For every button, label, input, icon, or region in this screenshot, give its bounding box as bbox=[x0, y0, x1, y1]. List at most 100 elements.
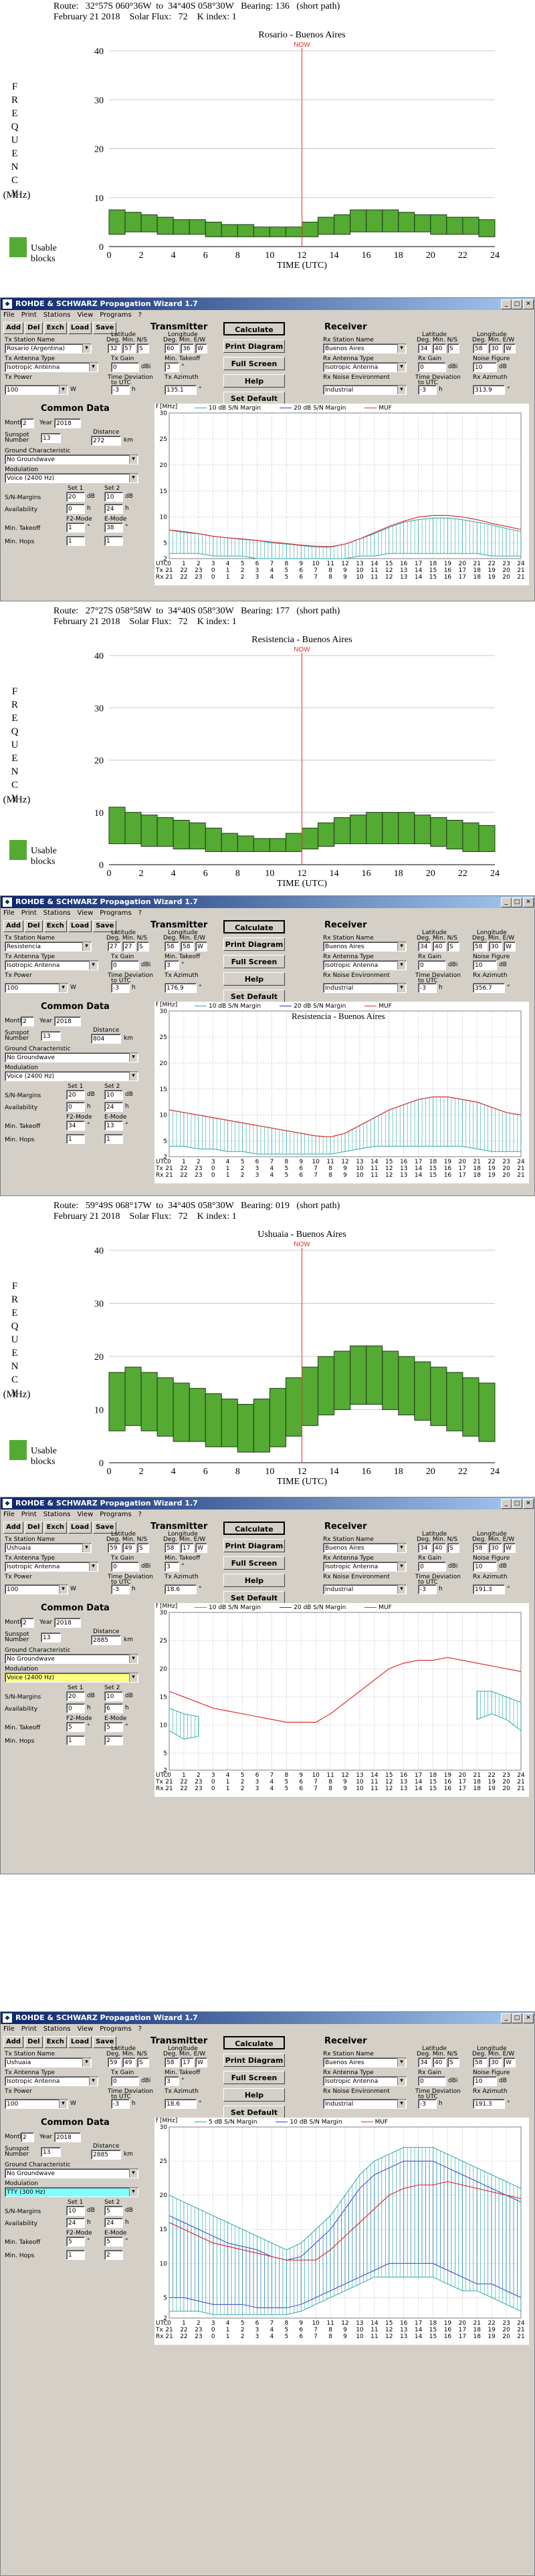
set-default-button[interactable]: Set Default bbox=[223, 1591, 285, 1604]
menu-item[interactable]: Stations bbox=[43, 311, 71, 319]
availability1-field[interactable]: 0 bbox=[66, 1102, 85, 1112]
toolbar-button-del[interactable]: Del bbox=[25, 322, 43, 334]
tx-lon-deg-field[interactable]: 58 bbox=[165, 2057, 179, 2067]
rx-lon-deg-field[interactable]: 58 bbox=[473, 343, 488, 353]
rx-lat-deg-field[interactable]: 34 bbox=[418, 942, 431, 952]
rx-lat-ns-field[interactable]: S bbox=[447, 942, 459, 952]
rx-gain-field[interactable]: 0 bbox=[418, 2076, 446, 2086]
rx-timedev-field[interactable]: -3 bbox=[418, 385, 437, 395]
toolbar-button-add[interactable]: Add bbox=[3, 1522, 24, 1534]
tx-lon-deg-field[interactable]: 58 bbox=[165, 942, 179, 952]
tx-gain-field[interactable]: 0 bbox=[111, 2076, 139, 2086]
close-icon[interactable]: ✕ bbox=[523, 299, 534, 309]
tx-takeoff-field[interactable]: 3 bbox=[165, 960, 179, 970]
tx-lat-ns-field[interactable]: S bbox=[137, 343, 149, 353]
tx-lat-ns-field[interactable]: S bbox=[137, 2057, 149, 2067]
rx-gain-field[interactable]: 0 bbox=[418, 1562, 446, 1572]
e-takeoff-field[interactable]: 5 bbox=[104, 1722, 123, 1732]
tx-lat-deg-field[interactable]: 59 bbox=[108, 2057, 121, 2067]
f2-hops-field[interactable]: 1 bbox=[66, 1134, 85, 1144]
distance-field[interactable]: 272 bbox=[91, 436, 121, 446]
rx-lon-deg-field[interactable]: 58 bbox=[473, 1543, 488, 1553]
full-screen-button[interactable]: Full Screen bbox=[223, 955, 285, 968]
availability2-field[interactable]: 24 bbox=[104, 1102, 123, 1112]
availability2-field[interactable]: 24 bbox=[104, 504, 123, 514]
tx-power-select[interactable]: 100 bbox=[5, 1584, 68, 1594]
menu-item[interactable]: Print bbox=[21, 909, 37, 917]
f2-takeoff-field[interactable]: 5 bbox=[66, 1722, 85, 1732]
minimize-icon[interactable]: _ bbox=[501, 897, 512, 907]
tx-lon-ew-field[interactable]: W bbox=[195, 343, 207, 353]
rx-lon-ew-field[interactable]: W bbox=[504, 2057, 516, 2067]
month-field[interactable]: 2 bbox=[21, 418, 34, 428]
sunspot-field[interactable]: 13 bbox=[41, 1031, 61, 1041]
tx-lat-deg-field[interactable]: 27 bbox=[108, 942, 121, 952]
tx-lat-min-field[interactable]: 49 bbox=[122, 2057, 136, 2067]
toolbar-button-add[interactable]: Add bbox=[3, 322, 24, 334]
rx-lon-ew-field[interactable]: W bbox=[504, 942, 516, 952]
minimize-icon[interactable]: _ bbox=[501, 1499, 512, 1509]
set-default-button[interactable]: Set Default bbox=[223, 2106, 285, 2119]
menu-item[interactable]: Programs bbox=[100, 2025, 131, 2033]
minimize-icon[interactable]: _ bbox=[501, 299, 512, 309]
toolbar-button-exch[interactable]: Exch bbox=[43, 1522, 67, 1534]
snr2-field[interactable]: 10 bbox=[104, 492, 123, 502]
set-default-button[interactable]: Set Default bbox=[223, 990, 285, 1003]
rx-noise-env-select[interactable]: Industrial bbox=[323, 2099, 407, 2109]
e-hops-field[interactable]: 2 bbox=[104, 2250, 123, 2260]
rx-azimuth-field[interactable]: 313.9 bbox=[473, 385, 505, 395]
rx-station-select[interactable]: Buenos Aires bbox=[323, 343, 407, 353]
tx-takeoff-field[interactable]: 3 bbox=[165, 362, 179, 372]
tx-lon-deg-field[interactable]: 60 bbox=[165, 343, 179, 353]
menu-item[interactable]: Stations bbox=[43, 2025, 71, 2033]
window-title-bar[interactable]: ROHDE & SCHWARZ Propagation Wizard 1.7 ◆ _… bbox=[1, 1497, 534, 1510]
calculate-button[interactable]: Calculate bbox=[223, 322, 285, 335]
modulation-select[interactable]: Voice (2400 Hz) bbox=[5, 1071, 138, 1081]
rx-lon-min-field[interactable]: 30 bbox=[489, 2057, 502, 2067]
rx-lat-min-field[interactable]: 40 bbox=[433, 942, 446, 952]
availability2-field[interactable]: 24 bbox=[104, 2218, 123, 2228]
calculate-button[interactable]: Calculate bbox=[223, 2036, 285, 2049]
menu-item[interactable]: Programs bbox=[100, 1511, 131, 1518]
distance-field[interactable]: 2885 bbox=[91, 1635, 121, 1645]
close-icon[interactable]: ✕ bbox=[523, 2013, 534, 2023]
year-field[interactable]: 2018 bbox=[54, 1618, 81, 1628]
window-title-bar[interactable]: ROHDE & SCHWARZ Propagation Wizard 1.7 ◆ _… bbox=[1, 298, 534, 310]
toolbar-button-del[interactable]: Del bbox=[25, 2036, 43, 2048]
modulation-select[interactable]: Voice (2400 Hz) bbox=[5, 1673, 138, 1683]
window-title-bar[interactable]: ROHDE & SCHWARZ Propagation Wizard 1.7 ◆ _… bbox=[1, 896, 534, 908]
calculate-button[interactable]: Calculate bbox=[223, 920, 285, 934]
modulation-select[interactable]: TTY (300 Hz) bbox=[5, 2187, 138, 2197]
rx-antenna-select[interactable]: Isotropic Antenna bbox=[323, 960, 407, 970]
rx-lon-min-field[interactable]: 30 bbox=[489, 1543, 502, 1553]
ground-select[interactable]: No Groundwave bbox=[5, 1052, 138, 1062]
close-icon[interactable]: ✕ bbox=[523, 897, 534, 907]
tx-lon-min-field[interactable]: 17 bbox=[181, 1543, 194, 1553]
toolbar-button-exch[interactable]: Exch bbox=[43, 322, 67, 334]
availability2-field[interactable]: 6 bbox=[104, 1703, 123, 1713]
help-button[interactable]: Help bbox=[223, 374, 285, 388]
tx-antenna-select[interactable]: Isotropic Antenna bbox=[5, 960, 98, 970]
tx-lat-min-field[interactable]: 27 bbox=[122, 942, 136, 952]
set-default-button[interactable]: Set Default bbox=[223, 392, 285, 405]
toolbar-button-exch[interactable]: Exch bbox=[43, 2036, 67, 2048]
menu-item[interactable]: View bbox=[78, 2025, 94, 2033]
rx-antenna-select[interactable]: Isotropic Antenna bbox=[323, 362, 407, 372]
rx-lon-deg-field[interactable]: 58 bbox=[473, 942, 488, 952]
tx-lon-deg-field[interactable]: 58 bbox=[165, 1543, 179, 1553]
menu-item[interactable]: File bbox=[3, 909, 15, 917]
menu-item[interactable]: View bbox=[78, 909, 94, 917]
rx-lat-ns-field[interactable]: S bbox=[447, 2057, 459, 2067]
month-field[interactable]: 2 bbox=[21, 1618, 34, 1628]
tx-antenna-select[interactable]: Isotropic Antenna bbox=[5, 2076, 98, 2086]
rx-noise-env-select[interactable]: Industrial bbox=[323, 983, 407, 993]
tx-lon-min-field[interactable]: 36 bbox=[181, 343, 194, 353]
rx-timedev-field[interactable]: -3 bbox=[418, 1584, 437, 1594]
e-takeoff-field[interactable]: 13 bbox=[104, 1121, 123, 1131]
rx-timedev-field[interactable]: -3 bbox=[418, 983, 437, 993]
snr1-field[interactable]: 10 bbox=[66, 2206, 85, 2216]
f2-takeoff-field[interactable]: 5 bbox=[66, 2237, 85, 2247]
f2-takeoff-field[interactable]: 34 bbox=[66, 1121, 85, 1131]
tx-antenna-select[interactable]: Isotropic Antenna bbox=[5, 1562, 98, 1572]
toolbar-button-load[interactable]: Load bbox=[68, 2036, 92, 2048]
